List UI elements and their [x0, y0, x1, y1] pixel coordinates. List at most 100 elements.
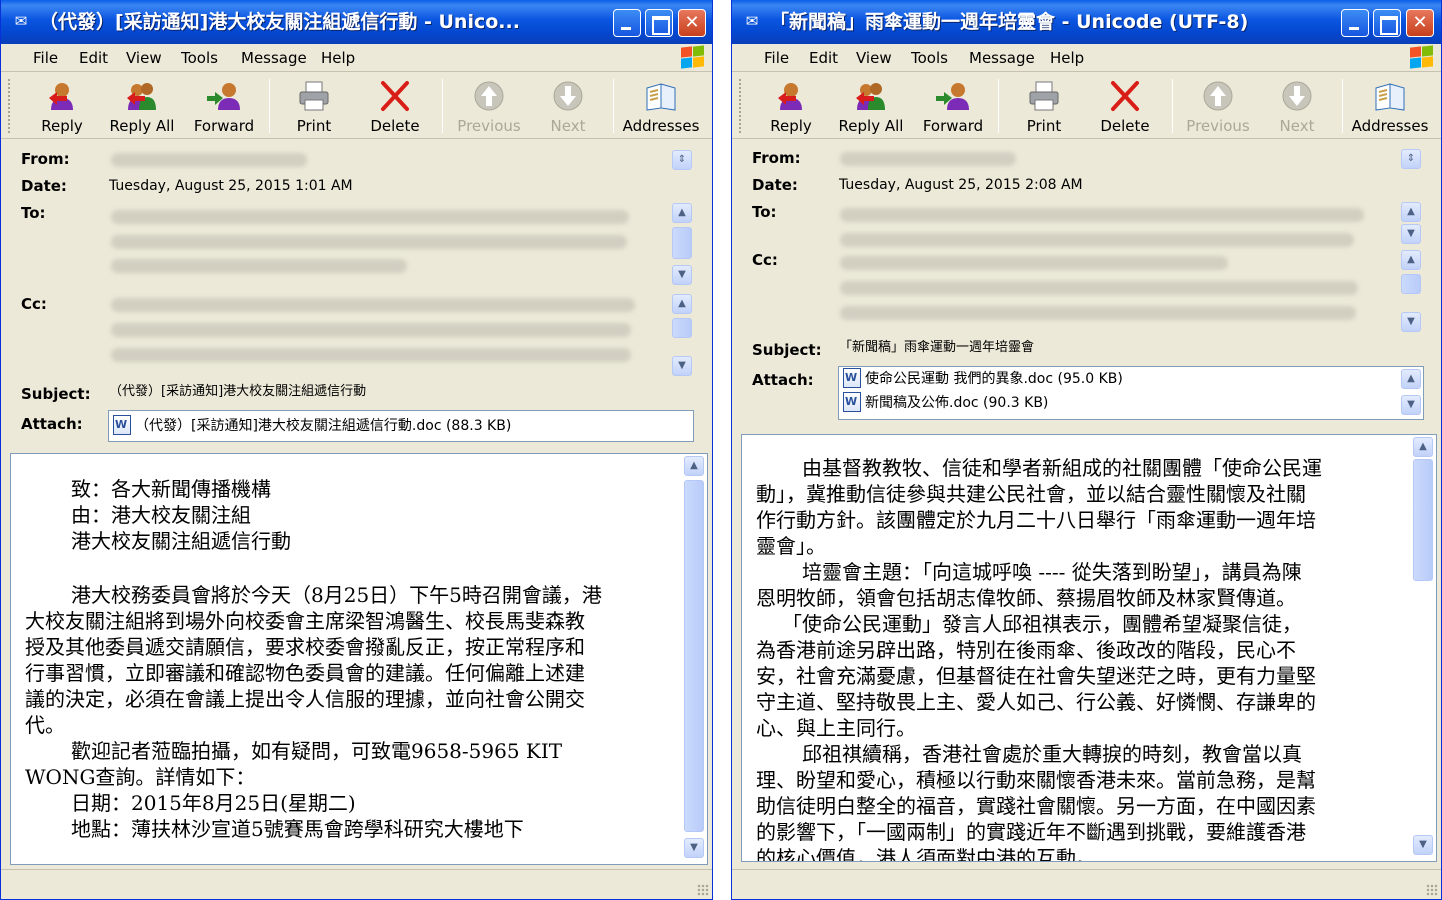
scroll-thumb[interactable]: [672, 227, 692, 259]
scroll-up-icon[interactable]: ▲: [672, 203, 692, 223]
close-button[interactable]: ✕: [678, 9, 706, 37]
header-toggle-icon[interactable]: ⇕: [672, 150, 692, 170]
toolbar: Reply Reply All Forward Print Delete Pre…: [732, 73, 1441, 139]
body-scrollbar[interactable]: ▲ ▼: [1413, 437, 1433, 857]
date-label: Date:: [21, 177, 67, 195]
reply-all-button[interactable]: Reply All: [834, 73, 908, 139]
next-button[interactable]: Next: [1264, 73, 1330, 139]
reply-all-button[interactable]: Reply All: [105, 73, 179, 139]
menu-tools[interactable]: Tools: [911, 49, 948, 67]
menu-message[interactable]: Message: [969, 49, 1035, 67]
cc-value-redacted: [840, 306, 1356, 320]
resize-grip-icon[interactable]: [1426, 884, 1438, 896]
to-scrollbar[interactable]: ▲ ▼: [672, 203, 692, 285]
from-label: From:: [21, 150, 70, 168]
up-arrow-icon: [474, 81, 504, 111]
scroll-thumb[interactable]: [1401, 274, 1421, 294]
maximize-button[interactable]: [1373, 9, 1401, 37]
cc-value-redacted: [840, 256, 1228, 270]
addresses-button[interactable]: Addresses: [619, 73, 703, 139]
date-value: Tuesday, August 25, 2015 1:01 AM: [109, 178, 353, 194]
body-line: 港大校友關注組遞信行動: [71, 529, 291, 553]
cc-scrollbar[interactable]: ▲ ▼: [672, 294, 692, 376]
menu-view[interactable]: View: [856, 49, 892, 67]
scroll-up-icon[interactable]: ▲: [1401, 250, 1421, 270]
message-body[interactable]: 由基督教教牧、信徒和學者新組成的社關團體「使命公民運 動」，冀推動信徒參與共建公…: [741, 434, 1437, 862]
scroll-up-icon[interactable]: ▲: [684, 456, 704, 476]
attach-scrollbar[interactable]: ▲ ▼: [1401, 369, 1421, 417]
scroll-down-icon[interactable]: ▼: [1401, 395, 1421, 415]
title-bar[interactable]: ✉ 「新聞稿」雨傘運動一週年培靈會 - Unicode (UTF-8) ✕: [732, 0, 1441, 44]
resize-grip-icon[interactable]: [697, 884, 709, 896]
email-window-2: ✉ 「新聞稿」雨傘運動一週年培靈會 - Unicode (UTF-8) ✕ Fi…: [731, 0, 1442, 900]
print-button[interactable]: Print: [1011, 73, 1077, 139]
menu-tools[interactable]: Tools: [181, 49, 218, 67]
attachment-item[interactable]: 新聞稿及公佈.doc (90.3 KB): [843, 392, 1048, 414]
forward-button[interactable]: Forward: [185, 73, 263, 139]
title-bar[interactable]: ✉ （代發）[采訪通知]港大校友關注組遞信行動 - Unico... ✕: [1, 0, 712, 44]
forward-icon: [936, 83, 969, 110]
scroll-down-icon[interactable]: ▼: [684, 838, 704, 858]
body-line: WONG查詢。詳情如下：: [25, 765, 256, 789]
scroll-up-icon[interactable]: ▲: [1401, 369, 1421, 389]
menu-help[interactable]: Help: [321, 49, 355, 67]
scroll-down-icon[interactable]: ▼: [672, 265, 692, 285]
message-body[interactable]: 致：各大新聞傳播機構 由：港大校友關注組 港大校友關注組遞信行動 港大校務委員會…: [10, 453, 708, 865]
scroll-thumb[interactable]: [1413, 459, 1433, 581]
addresses-button[interactable]: Addresses: [1348, 73, 1432, 139]
previous-button[interactable]: Previous: [1180, 73, 1256, 139]
body-line: 恩明牧師，領會包括胡志偉牧師、蔡揚眉牧師及林家賢傳道。: [756, 586, 1296, 610]
print-button[interactable]: Print: [281, 73, 347, 139]
menu-edit[interactable]: Edit: [809, 49, 838, 67]
scroll-up-icon[interactable]: ▲: [1401, 202, 1421, 222]
printer-icon: [1029, 81, 1059, 111]
header-toggle-icon[interactable]: ⇕: [1401, 149, 1421, 169]
reply-button[interactable]: Reply: [754, 73, 828, 139]
toolbar-grip[interactable]: [739, 79, 743, 133]
attach-label: Attach:: [752, 371, 814, 389]
delete-button[interactable]: Delete: [1087, 73, 1163, 139]
scroll-down-icon[interactable]: ▼: [672, 356, 692, 376]
scroll-down-icon[interactable]: ▼: [1413, 835, 1433, 855]
body-scrollbar[interactable]: ▲ ▼: [684, 456, 704, 860]
menu-help[interactable]: Help: [1050, 49, 1084, 67]
previous-button[interactable]: Previous: [451, 73, 527, 139]
scroll-down-icon[interactable]: ▼: [1401, 312, 1421, 332]
cc-label: Cc:: [752, 251, 778, 269]
minimize-button[interactable]: [1341, 9, 1369, 37]
menu-view[interactable]: View: [126, 49, 162, 67]
menu-file[interactable]: File: [764, 49, 789, 67]
to-scrollbar[interactable]: ▲ ▼: [1401, 202, 1421, 244]
menu-edit[interactable]: Edit: [79, 49, 108, 67]
to-value-redacted: [840, 208, 1364, 222]
attachments-list: 使命公民運動 我們的異象.doc (95.0 KB) 新聞稿及公佈.doc (9…: [838, 366, 1424, 420]
reply-button[interactable]: Reply: [25, 73, 99, 139]
next-button[interactable]: Next: [535, 73, 601, 139]
menu-message[interactable]: Message: [241, 49, 307, 67]
minimize-button[interactable]: [613, 9, 641, 37]
menu-file[interactable]: File: [33, 49, 58, 67]
scroll-down-icon[interactable]: ▼: [1401, 224, 1421, 244]
forward-button[interactable]: Forward: [914, 73, 992, 139]
up-arrow-icon: [1203, 81, 1233, 111]
scroll-thumb[interactable]: [684, 480, 704, 832]
header-toggle[interactable]: ⇕: [672, 150, 692, 172]
toolbar-separator: [1172, 79, 1173, 133]
close-button[interactable]: ✕: [1406, 9, 1434, 37]
word-doc-icon: [843, 392, 861, 412]
header-toggle[interactable]: ⇕: [1401, 149, 1421, 171]
maximize-button[interactable]: [645, 9, 673, 37]
subject-label: Subject:: [752, 341, 822, 359]
scroll-up-icon[interactable]: ▲: [1413, 437, 1433, 457]
subject-label: Subject:: [21, 385, 91, 403]
scroll-up-icon[interactable]: ▲: [672, 294, 692, 314]
toolbar-grip[interactable]: [8, 79, 12, 133]
attachment-item[interactable]: （代發）[采訪通知]港大校友關注組遞信行動.doc (88.3 KB): [113, 415, 511, 437]
scroll-thumb[interactable]: [672, 318, 692, 338]
delete-x-icon: [381, 81, 409, 111]
to-value-redacted: [111, 259, 407, 273]
attachment-item[interactable]: 使命公民運動 我們的異象.doc (95.0 KB): [843, 368, 1123, 390]
delete-button[interactable]: Delete: [357, 73, 433, 139]
body-line: 地點：薄扶林沙宣道5號賽馬會跨學科研究大樓地下: [71, 817, 524, 841]
cc-scrollbar[interactable]: ▲ ▼: [1401, 250, 1421, 332]
